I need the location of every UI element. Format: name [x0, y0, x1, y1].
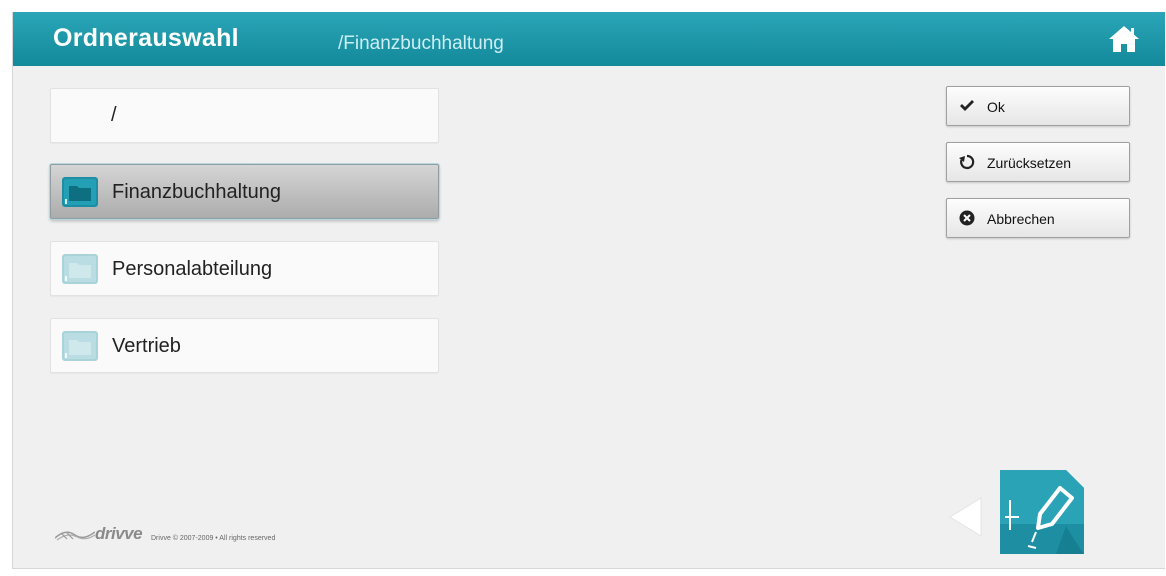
cancel-button-label: Abbrechen — [987, 211, 1055, 227]
ok-button[interactable]: Ok — [946, 86, 1130, 126]
home-icon[interactable] — [1108, 25, 1140, 53]
folder-label: Vertrieb — [112, 335, 181, 357]
ok-button-label: Ok — [987, 99, 1005, 115]
cancel-button[interactable]: Abbrechen — [946, 198, 1130, 238]
check-icon — [960, 100, 974, 111]
folder-label: Personalabteilung — [112, 258, 273, 280]
footer-brand: drivve — [95, 524, 143, 543]
folder-icon — [62, 177, 98, 207]
folder-label-root: / — [111, 104, 117, 126]
back-arrow-icon[interactable] — [947, 496, 983, 538]
reset-icon — [959, 154, 975, 170]
current-path: /Finanzbuchhaltung — [338, 33, 504, 54]
title-bar: Ordnerauswahl /Finanzbuchhaltung — [13, 12, 1165, 66]
cancel-icon — [959, 210, 975, 226]
app-window: Ordnerauswahl /Finanzbuchhaltung / Finan… — [12, 12, 1165, 569]
folder-icon — [62, 331, 98, 361]
folder-item-root[interactable]: / — [50, 88, 439, 143]
edit-document-icon[interactable] — [996, 466, 1088, 558]
folder-item-personalabteilung[interactable]: Personalabteilung — [50, 241, 439, 296]
drivve-logo-icon — [55, 531, 95, 541]
footer-copyright: Drivve © 2007-2009 • All rights reserved — [151, 535, 276, 542]
folder-label: Finanzbuchhaltung — [112, 181, 282, 203]
reset-button-label: Zurücksetzen — [987, 155, 1072, 171]
folder-icon — [62, 254, 98, 284]
reset-button[interactable]: Zurücksetzen — [946, 142, 1130, 182]
folder-item-finanzbuchhaltung[interactable]: Finanzbuchhaltung — [50, 164, 439, 219]
page-title: Ordnerauswahl — [53, 24, 239, 52]
folder-item-vertrieb[interactable]: Vertrieb — [50, 318, 439, 373]
